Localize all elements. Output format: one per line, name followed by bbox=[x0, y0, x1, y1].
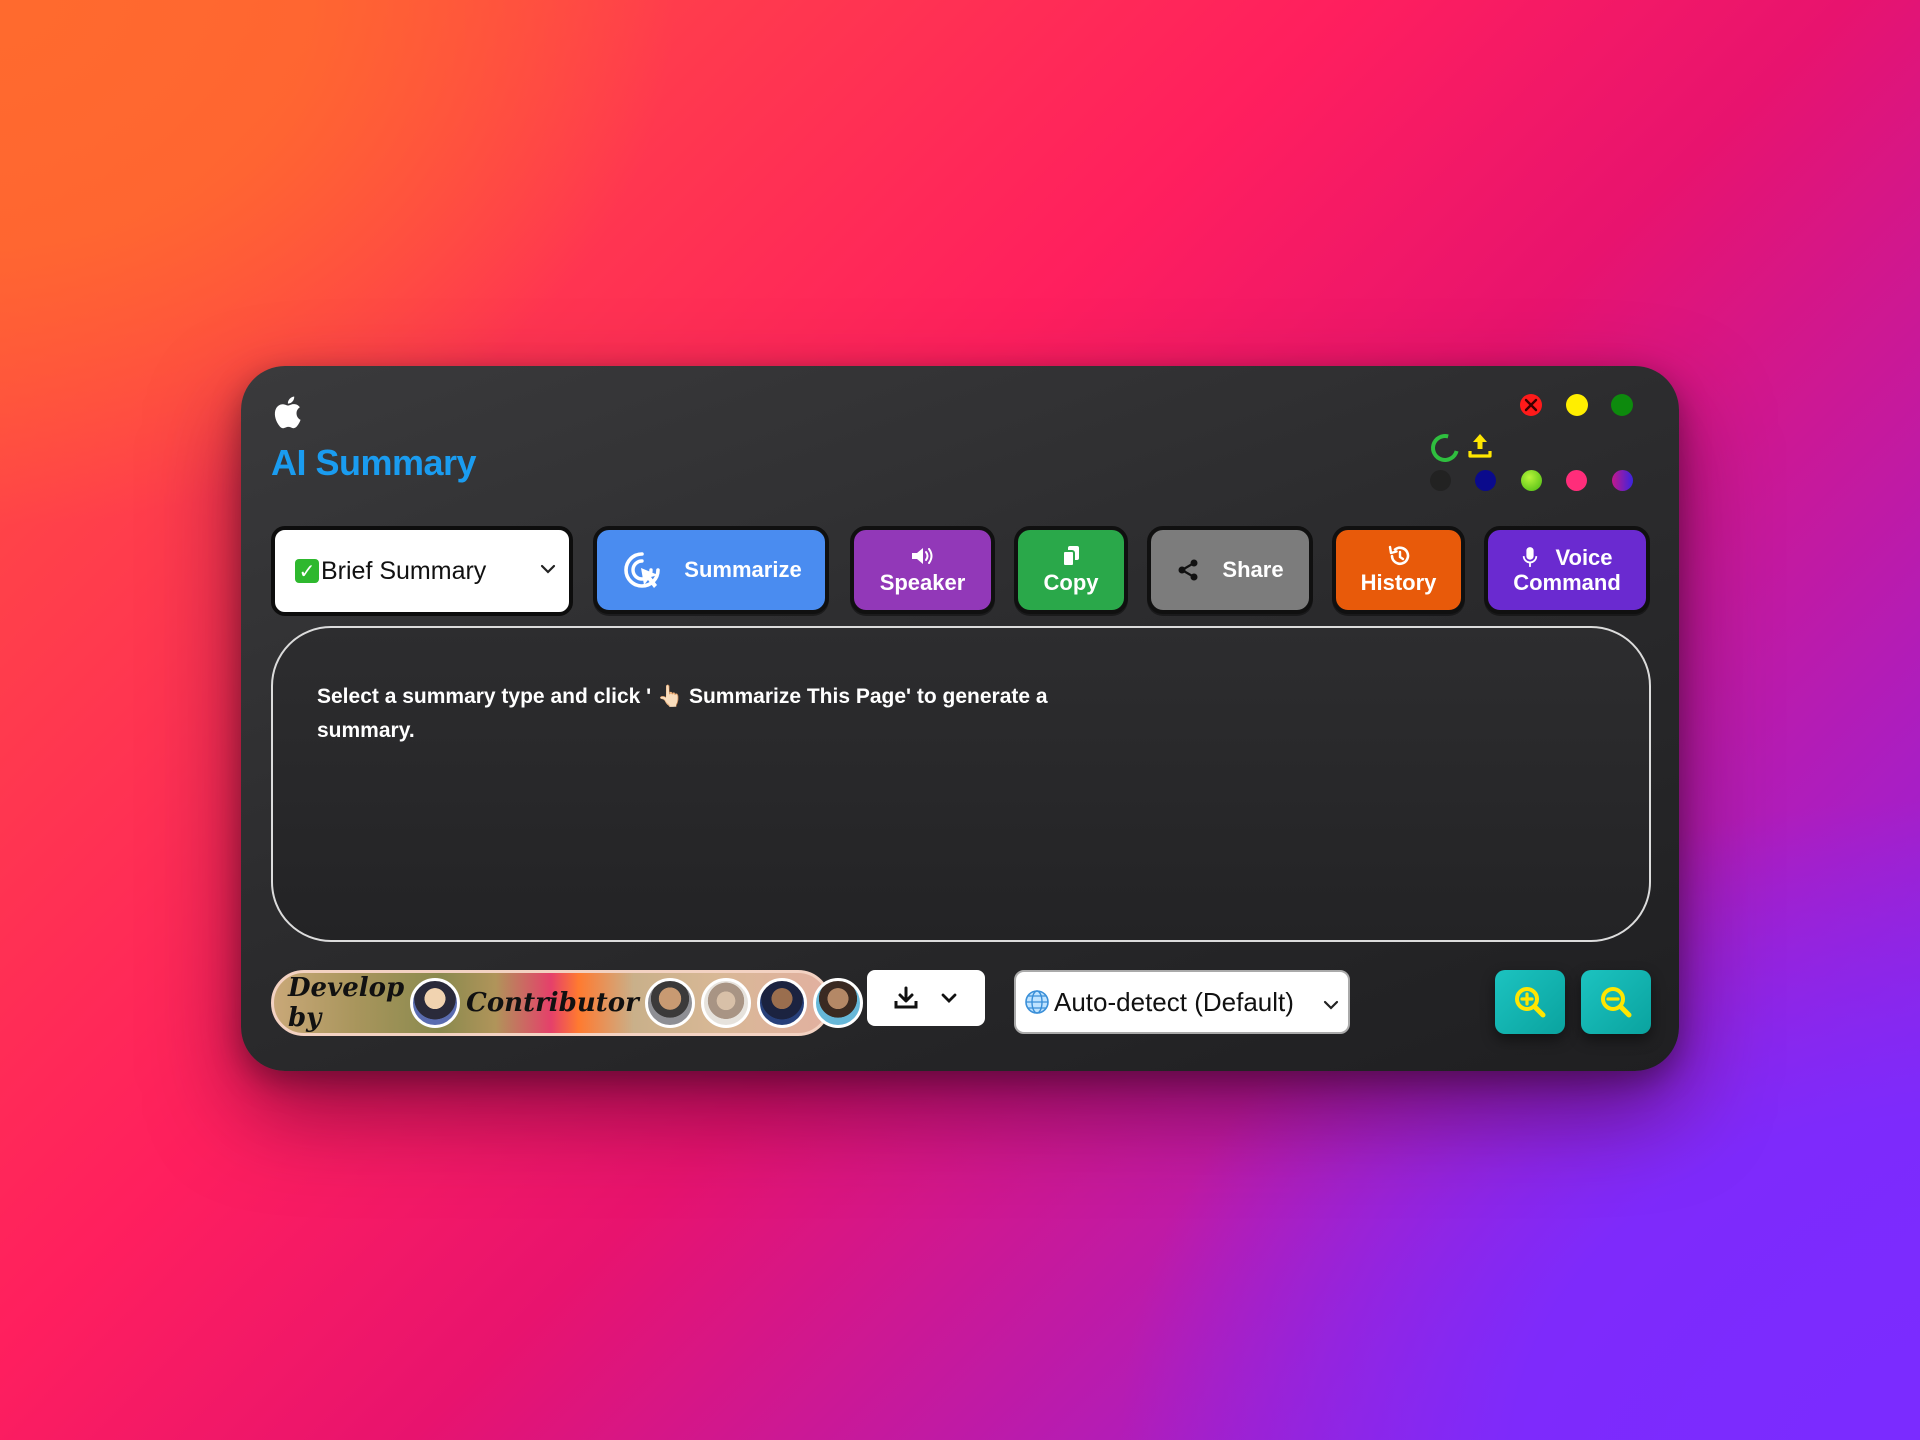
speaker-label: Speaker bbox=[879, 570, 966, 596]
language-select[interactable]: Auto-detect (Default) bbox=[1014, 970, 1350, 1034]
summary-placeholder-text: Select a summary type and click ' 👆🏻 Sum… bbox=[317, 685, 1048, 742]
history-button[interactable]: History bbox=[1332, 526, 1465, 614]
close-window-button[interactable] bbox=[1520, 394, 1542, 416]
minimize-window-button[interactable] bbox=[1566, 394, 1588, 416]
loading-spinner-icon bbox=[1425, 428, 1465, 468]
develop-by-label: Develop by bbox=[288, 973, 405, 1033]
language-value: Auto-detect (Default) bbox=[1054, 986, 1294, 1017]
ai-summary-window: AI Summary ✓ Brief Summary Summarize Spe… bbox=[241, 366, 1679, 1071]
history-icon bbox=[1388, 546, 1409, 566]
voice-label-line1: Voice bbox=[1555, 544, 1613, 570]
apple-logo-icon bbox=[274, 396, 301, 429]
zoom-in-icon bbox=[1515, 987, 1546, 1018]
theme-swatch-pink[interactable] bbox=[1566, 470, 1587, 491]
developer-avatar[interactable] bbox=[410, 978, 461, 1028]
globe-icon bbox=[1025, 990, 1049, 1014]
upload-icon[interactable] bbox=[1467, 432, 1493, 460]
copy-button[interactable]: Copy bbox=[1014, 526, 1128, 614]
voice-command-button[interactable]: Voice Command bbox=[1484, 526, 1650, 614]
summary-type-value: Brief Summary bbox=[321, 556, 487, 585]
close-icon bbox=[1524, 398, 1538, 412]
summary-output-area: Select a summary type and click ' 👆🏻 Sum… bbox=[271, 626, 1651, 942]
checkmark-icon: ✓ bbox=[295, 559, 319, 583]
summarize-button[interactable]: Summarize bbox=[593, 526, 829, 614]
copy-icon bbox=[1062, 546, 1079, 568]
contributor-avatar[interactable] bbox=[700, 978, 751, 1028]
theme-swatch-navy[interactable] bbox=[1475, 470, 1496, 491]
download-dropdown-button[interactable] bbox=[867, 970, 985, 1026]
summary-type-select[interactable]: ✓ Brief Summary bbox=[271, 526, 573, 616]
zoom-out-icon bbox=[1601, 987, 1632, 1018]
contributor-label: Contributor bbox=[466, 988, 639, 1018]
contributor-avatar[interactable] bbox=[644, 978, 695, 1028]
theme-swatch-green[interactable] bbox=[1521, 470, 1542, 491]
microphone-icon bbox=[1523, 547, 1538, 568]
zoom-in-button[interactable] bbox=[1495, 970, 1565, 1034]
summarize-label: Summarize bbox=[684, 557, 802, 583]
chevron-down-icon bbox=[941, 993, 957, 1003]
cursor-click-icon bbox=[624, 552, 661, 588]
share-button[interactable]: Share bbox=[1147, 526, 1313, 614]
history-label: History bbox=[1360, 570, 1437, 596]
chevron-down-icon bbox=[1323, 1000, 1339, 1010]
speaker-button[interactable]: Speaker bbox=[850, 526, 995, 614]
share-icon bbox=[1178, 559, 1198, 581]
share-label: Share bbox=[1222, 557, 1284, 583]
contributor-avatar[interactable] bbox=[756, 978, 807, 1028]
theme-swatch-dark[interactable] bbox=[1430, 470, 1451, 491]
copy-label: Copy bbox=[1043, 570, 1099, 596]
download-icon bbox=[894, 986, 918, 1009]
zoom-out-button[interactable] bbox=[1581, 970, 1651, 1034]
chevron-down-icon bbox=[540, 564, 556, 574]
credits-bar: Develop by Contributor bbox=[271, 970, 863, 1036]
app-title: AI Summary bbox=[271, 442, 477, 483]
theme-swatch-purple[interactable] bbox=[1612, 470, 1633, 491]
voice-label-line2: Command bbox=[1513, 570, 1621, 595]
speaker-icon bbox=[911, 548, 932, 565]
maximize-window-button[interactable] bbox=[1611, 394, 1633, 416]
contributor-avatar[interactable] bbox=[812, 978, 863, 1028]
